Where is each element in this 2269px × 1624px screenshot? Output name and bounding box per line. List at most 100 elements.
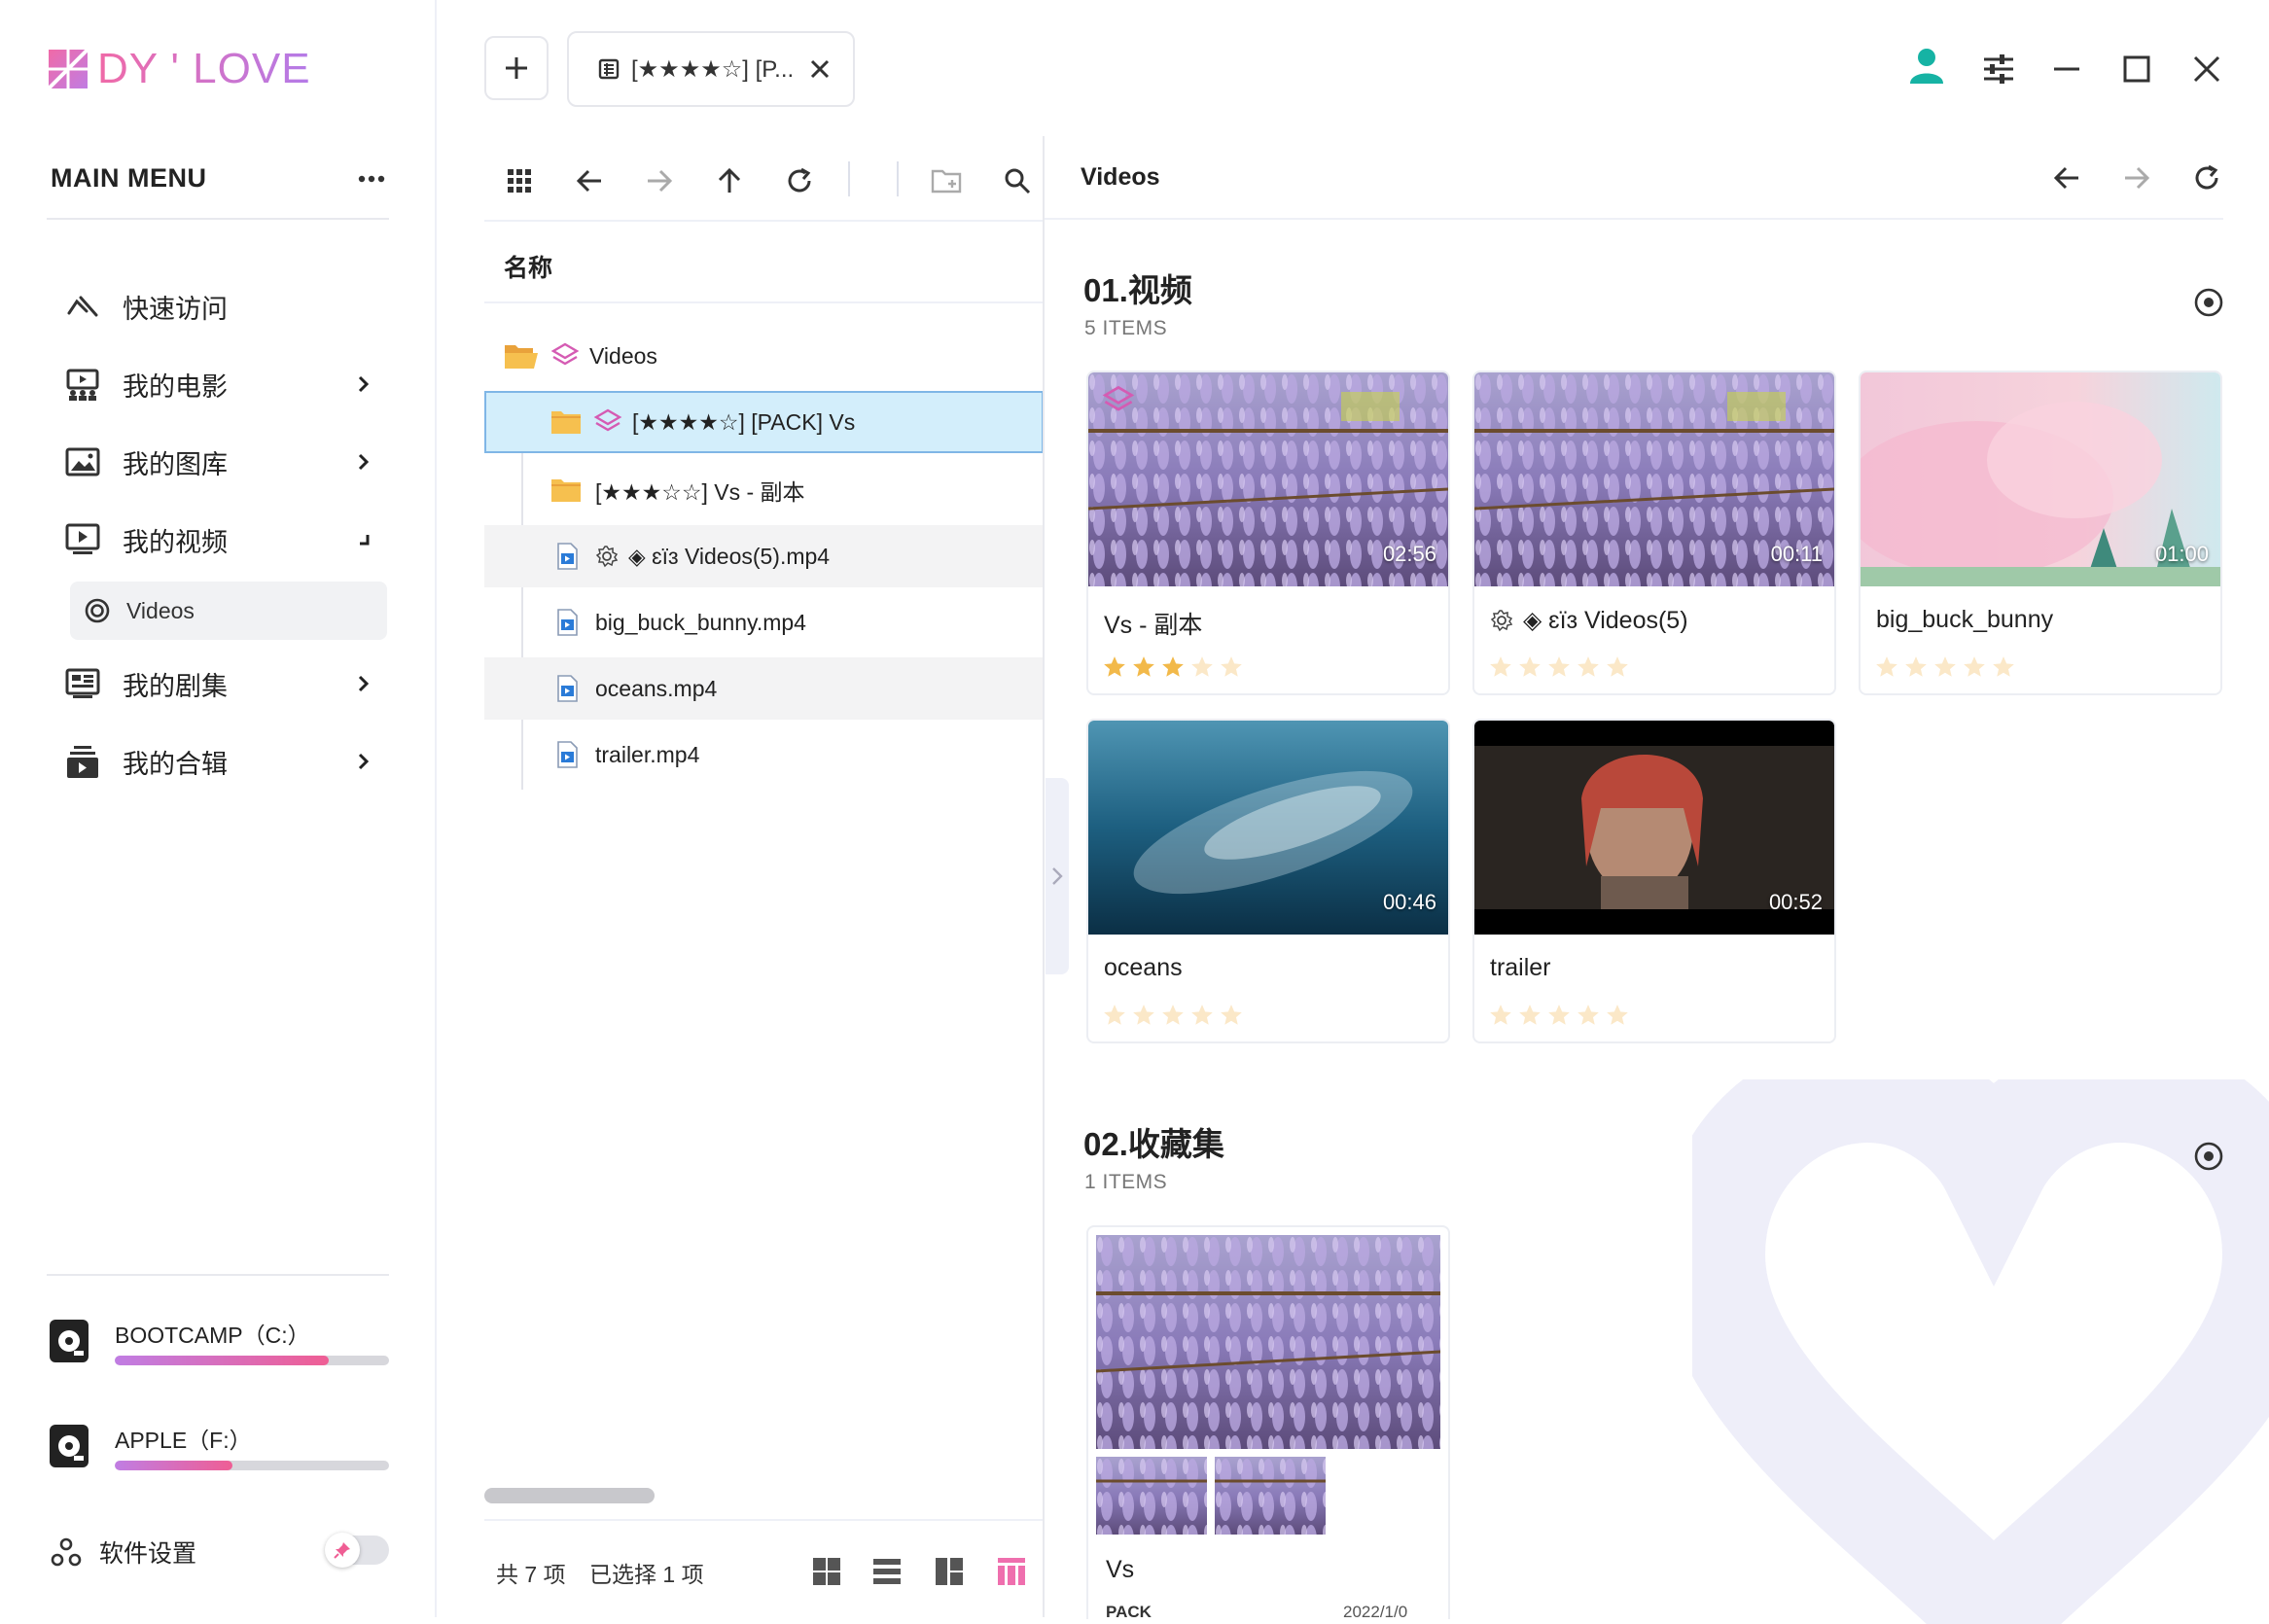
star-icon[interactable] bbox=[1160, 1003, 1186, 1028]
star-icon[interactable] bbox=[1903, 654, 1929, 680]
drive-usage-bar bbox=[115, 1356, 389, 1365]
view-columns-icon[interactable] bbox=[992, 1552, 1031, 1591]
new-folder-icon[interactable] bbox=[926, 159, 969, 202]
tree-row-video-5[interactable]: ◈ ɛïɜ Videos(5).mp4 bbox=[484, 525, 1044, 587]
section-target-icon[interactable] bbox=[2190, 284, 2227, 321]
sidebar-item-movies[interactable]: 我的电影 bbox=[47, 354, 389, 414]
video-card[interactable]: 00:11 ◈ ɛïɜ Videos(5) bbox=[1472, 371, 1836, 695]
refresh-icon[interactable] bbox=[2184, 156, 2229, 200]
star-icon[interactable] bbox=[1189, 1003, 1215, 1028]
star-icon[interactable] bbox=[1488, 1003, 1513, 1028]
column-header-name[interactable]: 名称 bbox=[504, 249, 552, 284]
view-split-icon[interactable] bbox=[930, 1552, 969, 1591]
collapse-handle[interactable] bbox=[1046, 778, 1069, 974]
rating-stars[interactable] bbox=[1874, 654, 2016, 680]
tree-row-pack-folder[interactable]: [★★★★☆] [PACK] Vs bbox=[484, 391, 1044, 453]
app-logo: DY ' LOVE bbox=[47, 45, 311, 93]
star-icon[interactable] bbox=[1102, 654, 1127, 680]
maximize-icon[interactable] bbox=[2114, 47, 2159, 91]
pin-toggle[interactable] bbox=[325, 1533, 389, 1568]
apps-grid-icon[interactable] bbox=[498, 159, 541, 202]
star-icon[interactable] bbox=[1962, 654, 1987, 680]
video-card[interactable]: 00:52 trailer bbox=[1472, 719, 1836, 1043]
sidebar-item-label: 快速访问 bbox=[123, 294, 228, 324]
back-arrow-icon[interactable] bbox=[2044, 156, 2089, 200]
tab-current[interactable]: [★★★★☆] [P... bbox=[567, 31, 855, 107]
new-tab-button[interactable] bbox=[484, 36, 549, 100]
star-icon[interactable] bbox=[1546, 654, 1572, 680]
star-icon[interactable] bbox=[1517, 1003, 1542, 1028]
tab-label: [★★★★☆] [P... bbox=[631, 55, 795, 83]
sidebar-item-gallery[interactable]: 我的图库 bbox=[47, 432, 389, 492]
tab-table-icon bbox=[598, 58, 620, 80]
sidebar-item-collections[interactable]: 我的合辑 bbox=[47, 731, 389, 792]
tree-row-trailer[interactable]: trailer.mp4 bbox=[484, 724, 1044, 786]
star-icon[interactable] bbox=[1605, 1003, 1630, 1028]
star-icon[interactable] bbox=[1546, 1003, 1572, 1028]
star-icon[interactable] bbox=[1131, 1003, 1156, 1028]
section-target-icon[interactable] bbox=[2190, 1138, 2227, 1175]
rating-stars[interactable] bbox=[1488, 654, 1630, 680]
drive-label: BOOTCAMP（C:） bbox=[115, 1323, 310, 1348]
view-list-icon[interactable] bbox=[868, 1552, 906, 1591]
star-icon[interactable] bbox=[1219, 654, 1244, 680]
close-window-icon[interactable] bbox=[2184, 47, 2229, 91]
rating-stars[interactable] bbox=[1102, 654, 1244, 680]
folder-icon bbox=[550, 477, 582, 503]
sidebar-item-videos[interactable]: 我的视频 bbox=[47, 510, 389, 570]
star-icon[interactable] bbox=[1131, 654, 1156, 680]
star-icon[interactable] bbox=[1576, 654, 1601, 680]
tree-row-oceans[interactable]: oceans.mp4 bbox=[484, 657, 1044, 720]
tree-row-label: trailer.mp4 bbox=[595, 741, 700, 767]
video-title: big_buck_bunny bbox=[1876, 606, 2054, 633]
star-icon[interactable] bbox=[1517, 654, 1542, 680]
video-card[interactable]: 00:46 oceans bbox=[1086, 719, 1450, 1043]
star-icon[interactable] bbox=[1160, 654, 1186, 680]
star-icon[interactable] bbox=[1576, 1003, 1601, 1028]
minimize-icon[interactable] bbox=[2044, 47, 2089, 91]
sidebar: DY ' LOVE MAIN MENU 快速访问 我的电影 我的图库 我的视频 bbox=[0, 0, 437, 1617]
section-count: 1 ITEMS bbox=[1084, 1171, 1168, 1193]
video-card[interactable]: 01:00 big_buck_bunny bbox=[1859, 371, 2222, 695]
up-arrow-icon[interactable] bbox=[708, 159, 751, 202]
forward-arrow-icon[interactable] bbox=[2114, 156, 2159, 200]
star-icon[interactable] bbox=[1874, 654, 1899, 680]
video-file-icon bbox=[556, 741, 578, 768]
horizontal-scrollbar[interactable] bbox=[484, 1488, 655, 1503]
series-icon bbox=[62, 663, 103, 704]
star-icon[interactable] bbox=[1932, 654, 1958, 680]
drive-f[interactable]: APPLE（F:） bbox=[49, 1422, 389, 1490]
sidebar-subitem-videos[interactable]: Videos bbox=[70, 582, 387, 640]
header-divider bbox=[484, 301, 1044, 303]
sidebar-item-quick-access[interactable]: 快速访问 bbox=[47, 276, 389, 336]
tree-row-copy-folder[interactable]: [★★★☆☆] Vs - 副本 bbox=[484, 459, 1044, 521]
disk-icon bbox=[49, 1424, 89, 1468]
user-avatar-icon[interactable] bbox=[1904, 43, 1949, 88]
star-icon[interactable] bbox=[1102, 1003, 1127, 1028]
rating-stars[interactable] bbox=[1102, 1003, 1244, 1028]
tree-row-videos-root[interactable]: Videos bbox=[484, 325, 1044, 387]
video-file-icon bbox=[556, 609, 578, 636]
star-icon[interactable] bbox=[1488, 654, 1513, 680]
more-icon[interactable] bbox=[354, 165, 389, 193]
pin-icon bbox=[325, 1533, 360, 1568]
star-icon[interactable] bbox=[1991, 654, 2016, 680]
star-icon[interactable] bbox=[1189, 654, 1215, 680]
collection-card[interactable]: Vs PACK 2022/1/0 bbox=[1086, 1225, 1450, 1619]
search-icon[interactable] bbox=[996, 159, 1039, 202]
forward-arrow-icon[interactable] bbox=[638, 159, 681, 202]
video-card[interactable]: 02:56 Vs - 副本 bbox=[1086, 371, 1450, 695]
video-duration: 00:52 bbox=[1768, 890, 1823, 914]
view-grid-icon[interactable] bbox=[807, 1552, 846, 1591]
settings-sliders-icon[interactable] bbox=[1976, 47, 2021, 91]
star-icon[interactable] bbox=[1219, 1003, 1244, 1028]
rating-stars[interactable] bbox=[1488, 1003, 1630, 1028]
settings-row[interactable]: 软件设置 bbox=[51, 1533, 389, 1571]
drive-c[interactable]: BOOTCAMP（C:） bbox=[49, 1317, 389, 1385]
back-arrow-icon[interactable] bbox=[568, 159, 611, 202]
sidebar-item-series[interactable]: 我的剧集 bbox=[47, 653, 389, 714]
close-tab-icon[interactable] bbox=[809, 58, 831, 80]
refresh-icon[interactable] bbox=[778, 159, 821, 202]
tree-row-big-buck-bunny[interactable]: big_buck_bunny.mp4 bbox=[484, 591, 1044, 653]
star-icon[interactable] bbox=[1605, 654, 1630, 680]
